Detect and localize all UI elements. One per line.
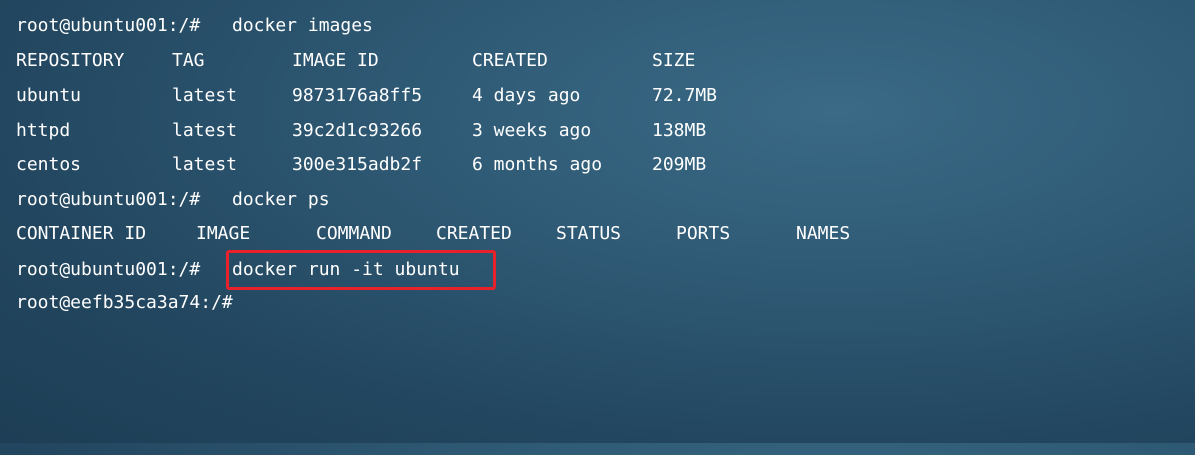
size-cell: 72.7MB <box>652 85 718 106</box>
created-cell: 3 weeks ago <box>472 120 592 141</box>
column-header-container-id: CONTAINER ID <box>16 223 147 244</box>
command-line-container-prompt[interactable]: root@eefb35ca3a74:/# <box>16 290 233 316</box>
shell-prompt: root@ubuntu001:/# <box>16 189 201 210</box>
image-id-cell: 9873176a8ff5 <box>292 85 423 106</box>
column-header-image: IMAGE <box>196 223 251 244</box>
command-line-docker-images: root@ubuntu001:/# docker images <box>16 13 373 39</box>
image-id-cell: 39c2d1c93266 <box>292 120 423 141</box>
ps-table-header: CONTAINER ID IMAGE COMMAND CREATED STATU… <box>16 221 850 247</box>
size-cell: 209MB <box>652 154 707 175</box>
image-id-cell: 300e315adb2f <box>292 154 423 175</box>
size-cell: 138MB <box>652 120 707 141</box>
highlight-box <box>226 250 496 290</box>
command-text: docker images <box>232 15 373 36</box>
tag-cell: latest <box>172 85 238 106</box>
table-row: centos latest 300e315adb2f 6 months ago … <box>16 152 706 178</box>
column-header-size: SIZE <box>652 50 696 71</box>
images-table-header: REPOSITORY TAG IMAGE ID CREATED SIZE <box>16 48 695 74</box>
column-header-tag: TAG <box>172 50 205 71</box>
column-header-image-id: IMAGE ID <box>292 50 379 71</box>
table-row: ubuntu latest 9873176a8ff5 4 days ago 72… <box>16 83 717 109</box>
repository-cell: centos <box>16 154 82 175</box>
terminal-window[interactable]: root@ubuntu001:/# docker images REPOSITO… <box>0 0 1195 443</box>
repository-cell: ubuntu <box>16 85 82 106</box>
command-line-docker-ps: root@ubuntu001:/# docker ps <box>16 187 330 213</box>
column-header-names: NAMES <box>796 223 851 244</box>
column-header-command: COMMAND <box>316 223 392 244</box>
column-header-created: CREATED <box>436 223 512 244</box>
column-header-created: CREATED <box>472 50 548 71</box>
created-cell: 4 days ago <box>472 85 581 106</box>
tag-cell: latest <box>172 154 238 175</box>
container-shell-prompt: root@eefb35ca3a74:/# <box>16 292 233 313</box>
command-text: docker ps <box>232 189 330 210</box>
shell-prompt: root@ubuntu001:/# <box>16 15 201 36</box>
column-header-repository: REPOSITORY <box>16 50 125 71</box>
created-cell: 6 months ago <box>472 154 603 175</box>
column-header-status: STATUS <box>556 223 622 244</box>
table-row: httpd latest 39c2d1c93266 3 weeks ago 13… <box>16 118 706 144</box>
repository-cell: httpd <box>16 120 71 141</box>
tag-cell: latest <box>172 120 238 141</box>
command-line-docker-run: root@ubuntu001:/# docker run -it ubuntu <box>16 257 460 283</box>
column-header-ports: PORTS <box>676 223 731 244</box>
shell-prompt: root@ubuntu001:/# <box>16 259 201 280</box>
